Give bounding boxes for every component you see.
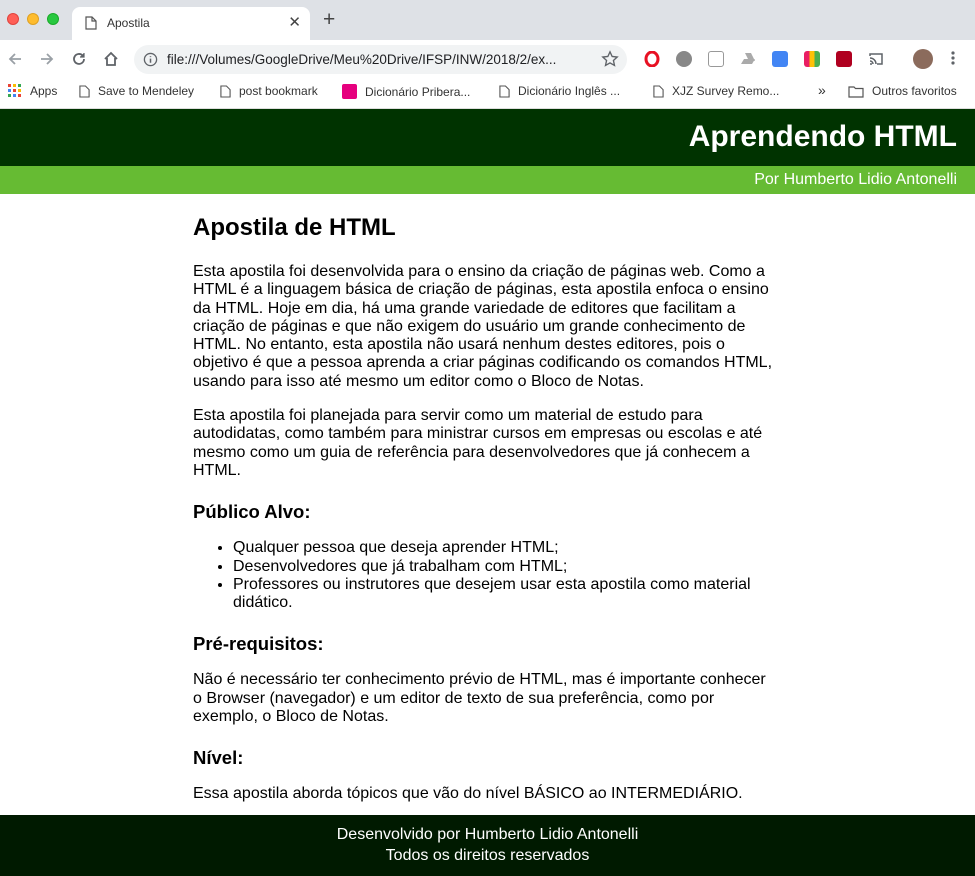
back-icon[interactable] [4, 48, 26, 70]
bookmarks-bar: Apps Save to Mendeley post bookmark Dici… [0, 78, 975, 109]
main-content: Apostila de HTML Esta apostila foi desen… [193, 194, 775, 804]
browser-toolbar: file:///Volumes/GoogleDrive/Meu%20Drive/… [0, 40, 975, 78]
menu-dots-icon[interactable] [950, 50, 956, 71]
cast-icon[interactable] [868, 51, 884, 67]
bookmark-xjz-survey[interactable]: XJZ Survey Remo... [653, 84, 779, 98]
bookmark-label: post bookmark [239, 84, 318, 98]
bookmark-dicionario-pribera[interactable]: Dicionário Pribera... [342, 84, 470, 99]
new-tab-button[interactable]: + [323, 9, 335, 31]
level-paragraph: Essa apostila aborda tópicos que vão do … [193, 785, 743, 803]
document-icon [79, 84, 90, 98]
browser-tab[interactable]: Apostila ✕ [72, 7, 310, 40]
avatar[interactable] [913, 49, 933, 69]
document-icon [85, 16, 97, 35]
tab-close-icon[interactable]: ✕ [288, 14, 301, 32]
prerequisites-heading: Pré-requisitos: [193, 633, 324, 655]
footer-rights: Todos os direitos reservados [385, 847, 590, 864]
list-item: Professores ou instrutores que desejem u… [233, 576, 775, 613]
window-minimize-button[interactable] [27, 13, 39, 25]
window-maximize-button[interactable] [47, 13, 59, 25]
folder-icon [848, 85, 864, 98]
bookmark-label: Outros favoritos [872, 84, 957, 98]
level-heading: Nível: [193, 747, 244, 769]
page-heading: Apostila de HTML [193, 214, 396, 241]
document-icon [653, 84, 664, 98]
audience-list: Qualquer pessoa que deseja aprender HTML… [193, 539, 775, 612]
site-title: Aprendendo HTML [688, 120, 957, 153]
prerequisites-paragraph: Não é necessário ter conhecimento prévio… [193, 671, 766, 726]
purpose-paragraph: Esta apostila foi planejada para servir … [193, 407, 763, 479]
site-footer: Desenvolvido por Humberto Lidio Antonell… [0, 815, 975, 876]
bookmarks-overflow-button[interactable]: » [818, 82, 826, 98]
mendeley-extension-icon[interactable] [836, 51, 852, 67]
drive-extension-icon[interactable] [740, 51, 756, 67]
address-bar[interactable]: file:///Volumes/GoogleDrive/Meu%20Drive/… [134, 45, 627, 74]
tab-strip: Apostila ✕ + [0, 0, 975, 40]
bookmark-label: Save to Mendeley [98, 84, 195, 98]
bookmark-label: Dicionário Pribera... [365, 84, 471, 99]
apps-grid-icon [8, 84, 21, 97]
reload-icon[interactable] [68, 48, 90, 70]
byline-bar: Por Humberto Lidio Antonelli [0, 166, 975, 194]
bookmark-dicionario-ingles[interactable]: Dicionário Inglês ... [499, 84, 620, 98]
color-extension-icon[interactable] [804, 51, 820, 67]
audience-heading: Público Alvo: [193, 501, 311, 523]
bookmark-post[interactable]: post bookmark [220, 84, 318, 98]
bookmark-label: Apps [30, 84, 58, 98]
page-extension-icon[interactable] [708, 51, 724, 67]
other-bookmarks-folder[interactable]: Outros favoritos [848, 84, 957, 98]
tab-title: Apostila [107, 16, 150, 30]
forward-icon[interactable] [36, 48, 58, 70]
url-text[interactable]: file:///Volumes/GoogleDrive/Meu%20Drive/… [167, 52, 587, 67]
bookmark-star-icon[interactable] [601, 50, 619, 73]
list-item: Desenvolvedores que já trabalham com HTM… [233, 558, 775, 576]
opera-extension-icon[interactable] [644, 50, 660, 68]
document-icon [499, 84, 510, 98]
document-icon [220, 84, 231, 98]
home-icon[interactable] [100, 48, 122, 70]
priberam-icon [342, 84, 357, 99]
info-icon[interactable] [143, 52, 158, 72]
list-item: Qualquer pessoa que deseja aprender HTML… [233, 539, 775, 557]
window-close-button[interactable] [7, 13, 19, 25]
site-header: Aprendendo HTML [0, 109, 975, 166]
intro-paragraph: Esta apostila foi desenvolvida para o en… [193, 263, 773, 390]
settings-extension-icon[interactable] [676, 51, 692, 67]
translate-extension-icon[interactable] [772, 51, 788, 67]
author-byline: Por Humberto Lidio Antonelli [754, 171, 957, 188]
footer-credit: Desenvolvido por Humberto Lidio Antonell… [336, 826, 639, 843]
bookmark-label: Dicionário Inglês ... [518, 84, 621, 98]
bookmark-apps[interactable]: Apps [8, 84, 57, 98]
bookmark-mendeley[interactable]: Save to Mendeley [79, 84, 194, 98]
bookmark-label: XJZ Survey Remo... [672, 84, 780, 98]
